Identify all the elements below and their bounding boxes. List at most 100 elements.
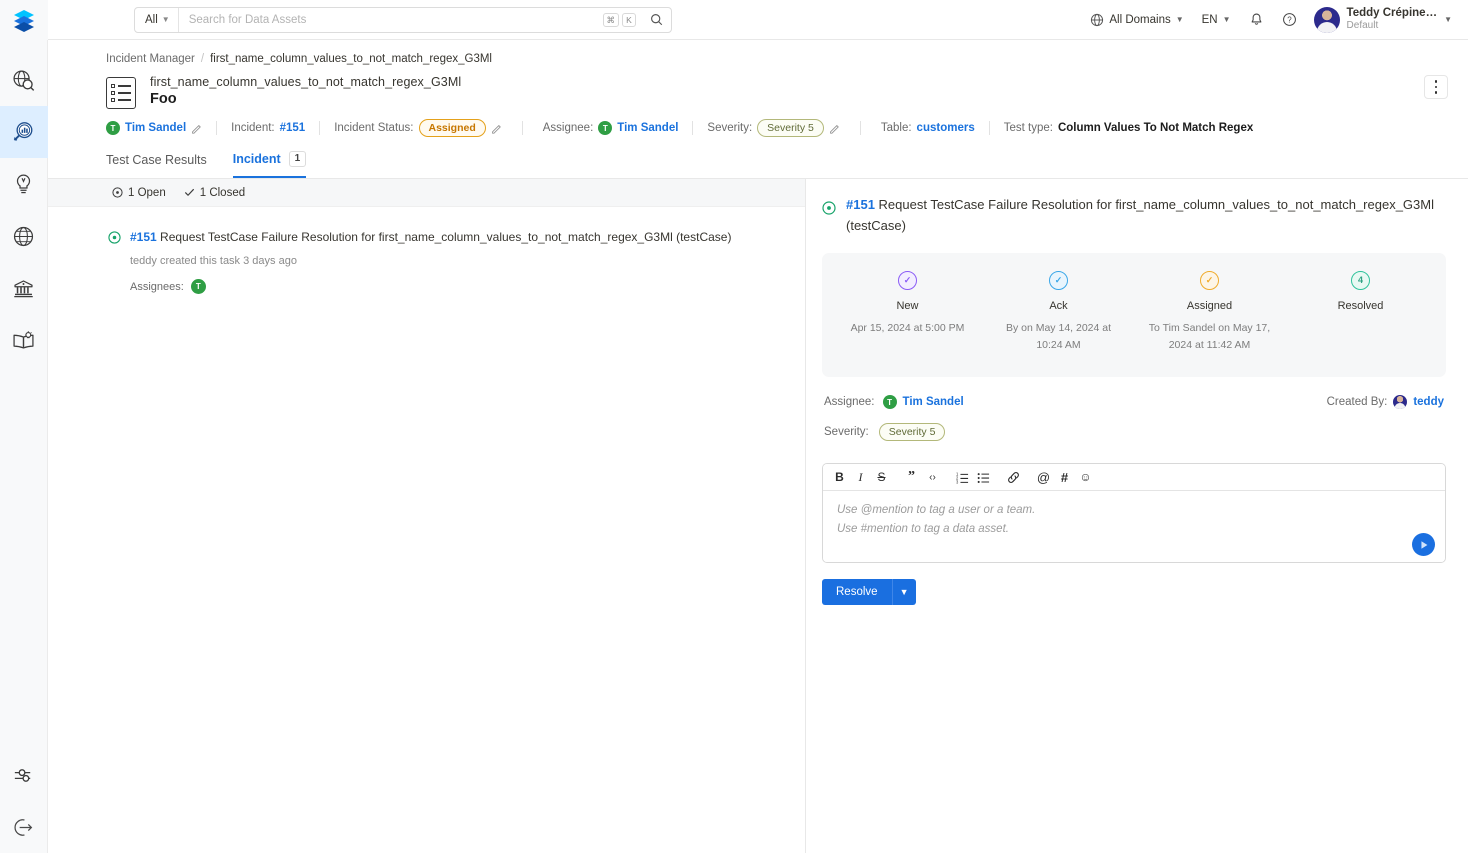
chart-search-icon bbox=[11, 120, 36, 145]
resolve-action-group: Resolve ▼ bbox=[822, 579, 1446, 605]
assignee-label: Assignee: bbox=[543, 122, 594, 134]
table-label: Table: bbox=[881, 122, 912, 134]
chevron-down-icon: ▼ bbox=[162, 15, 170, 24]
content-panes: 1 Open 1 Closed bbox=[48, 179, 1468, 853]
italic-icon[interactable]: I bbox=[850, 467, 871, 488]
bullet-list-icon[interactable] bbox=[973, 467, 994, 488]
tab-test-case-results[interactable]: Test Case Results bbox=[106, 153, 207, 178]
link-icon[interactable] bbox=[1003, 467, 1024, 488]
divider bbox=[692, 121, 693, 135]
sidebar-item-docs[interactable] bbox=[0, 314, 48, 366]
notifications-button[interactable] bbox=[1240, 4, 1273, 36]
globe-search-icon bbox=[11, 68, 36, 93]
owner-name[interactable]: Tim Sandel bbox=[125, 122, 186, 134]
emoji-icon[interactable]: ☺ bbox=[1075, 467, 1096, 488]
detail-severity-badge[interactable]: Severity 5 bbox=[879, 423, 946, 441]
resolve-dropdown-toggle[interactable]: ▼ bbox=[892, 579, 916, 605]
table-field: Table: customers bbox=[881, 122, 975, 134]
bell-icon bbox=[1249, 12, 1264, 27]
owner-avatar: T bbox=[106, 121, 120, 135]
detail-assignee-name[interactable]: Tim Sandel bbox=[903, 396, 964, 408]
domain-selector[interactable]: All Domains ▼ bbox=[1081, 4, 1192, 36]
top-bar: All ▼ ⌘ K All Domains ▼ EN ▼ bbox=[0, 0, 1468, 40]
status-badge[interactable]: Assigned bbox=[419, 119, 486, 137]
app-logo[interactable] bbox=[0, 0, 48, 40]
settings-button[interactable] bbox=[0, 749, 48, 801]
comment-editor: B I S ” ‹› 123 bbox=[822, 463, 1446, 563]
hashtag-icon[interactable]: # bbox=[1054, 467, 1075, 488]
sidebar-item-govern[interactable] bbox=[0, 262, 48, 314]
breadcrumb-separator: / bbox=[201, 53, 204, 65]
created-by-avatar bbox=[1393, 395, 1407, 409]
detail-task-id[interactable]: #151 bbox=[846, 197, 875, 212]
task-filter-bar: 1 Open 1 Closed bbox=[48, 179, 805, 207]
bold-icon[interactable]: B bbox=[829, 467, 850, 488]
task-id[interactable]: #151 bbox=[130, 230, 157, 244]
page-subtitle: first_name_column_values_to_not_match_re… bbox=[150, 75, 461, 89]
language-label: EN bbox=[1202, 14, 1218, 26]
divider bbox=[216, 121, 217, 135]
search-scope-dropdown[interactable]: All ▼ bbox=[135, 8, 179, 32]
tab-incident[interactable]: Incident 1 bbox=[233, 151, 306, 178]
filter-closed[interactable]: 1 Closed bbox=[184, 187, 245, 199]
test-type-label: Test type: bbox=[1004, 122, 1053, 134]
sidebar-item-insights[interactable] bbox=[0, 158, 48, 210]
breadcrumb-root[interactable]: Incident Manager bbox=[106, 53, 195, 65]
divider bbox=[319, 121, 320, 135]
user-role: Default bbox=[1347, 20, 1438, 32]
edit-owner-icon[interactable] bbox=[191, 123, 202, 134]
task-assignee-avatar[interactable]: T bbox=[191, 279, 206, 294]
send-button[interactable] bbox=[1412, 533, 1435, 556]
incident-status-steps: ✓ New Apr 15, 2024 at 5:00 PM ✓ Ack By o… bbox=[822, 253, 1446, 378]
top-bar-right: All Domains ▼ EN ▼ ? Teddy Crépine… Defa… bbox=[1081, 4, 1468, 36]
step-new-label: New bbox=[896, 300, 918, 312]
resolve-button[interactable]: Resolve bbox=[822, 579, 892, 605]
check-icon bbox=[184, 187, 195, 198]
book-bulb-icon bbox=[11, 328, 36, 353]
test-type-field: Test type: Column Values To Not Match Re… bbox=[1004, 122, 1254, 134]
sidebar-item-observability[interactable] bbox=[0, 106, 48, 158]
code-icon[interactable]: ‹› bbox=[922, 467, 943, 488]
severity-badge[interactable]: Severity 5 bbox=[757, 119, 824, 137]
table-value[interactable]: customers bbox=[917, 122, 975, 134]
divider bbox=[522, 121, 523, 135]
filter-open[interactable]: 1 Open bbox=[112, 187, 166, 199]
kebab-dot bbox=[1435, 86, 1438, 89]
task-list-pane: 1 Open 1 Closed bbox=[48, 179, 806, 853]
blockquote-icon[interactable]: ” bbox=[901, 467, 922, 488]
help-circle-icon: ? bbox=[1282, 12, 1297, 27]
divider bbox=[860, 121, 861, 135]
step-new-icon: ✓ bbox=[898, 271, 917, 290]
help-button[interactable]: ? bbox=[1273, 4, 1306, 36]
assignee-name[interactable]: Tim Sandel bbox=[617, 122, 678, 134]
filter-open-label: 1 Open bbox=[128, 187, 166, 199]
open-task-icon bbox=[822, 201, 836, 215]
open-task-icon bbox=[108, 231, 121, 244]
breadcrumb: Incident Manager / first_name_column_val… bbox=[48, 40, 1468, 65]
search-bar[interactable]: All ▼ ⌘ K bbox=[134, 7, 672, 33]
test-case-icon bbox=[106, 77, 136, 109]
left-nav-rail bbox=[0, 40, 48, 853]
incident-id[interactable]: #151 bbox=[280, 122, 306, 134]
edit-status-icon[interactable] bbox=[491, 123, 502, 134]
edit-severity-icon[interactable] bbox=[829, 123, 840, 134]
list-item[interactable]: #151 Request TestCase Failure Resolution… bbox=[108, 229, 785, 294]
task-assignees-label: Assignees: bbox=[130, 281, 184, 293]
kbd-k: K bbox=[622, 13, 636, 27]
mention-icon[interactable]: @ bbox=[1033, 467, 1054, 488]
collapse-expand-button[interactable] bbox=[0, 801, 48, 853]
sidebar-item-explore[interactable] bbox=[0, 54, 48, 106]
created-by-name[interactable]: teddy bbox=[1413, 396, 1444, 408]
comment-input[interactable]: Use @mention to tag a user or a team. Us… bbox=[823, 491, 1445, 562]
incident-label: Incident: bbox=[231, 122, 274, 134]
incident-status-field: Incident Status: Assigned bbox=[334, 119, 502, 137]
more-options-button[interactable] bbox=[1424, 75, 1448, 99]
language-selector[interactable]: EN ▼ bbox=[1193, 4, 1240, 36]
sidebar-item-domains[interactable] bbox=[0, 210, 48, 262]
user-menu[interactable]: Teddy Crépine… Default ▼ bbox=[1306, 7, 1456, 33]
step-ack-meta: By on May 14, 2024 at 10:24 AM bbox=[994, 320, 1124, 356]
strikethrough-icon[interactable]: S bbox=[871, 467, 892, 488]
search-input[interactable] bbox=[179, 8, 603, 32]
search-icon[interactable] bbox=[642, 13, 671, 26]
ordered-list-icon[interactable]: 123 bbox=[952, 467, 973, 488]
